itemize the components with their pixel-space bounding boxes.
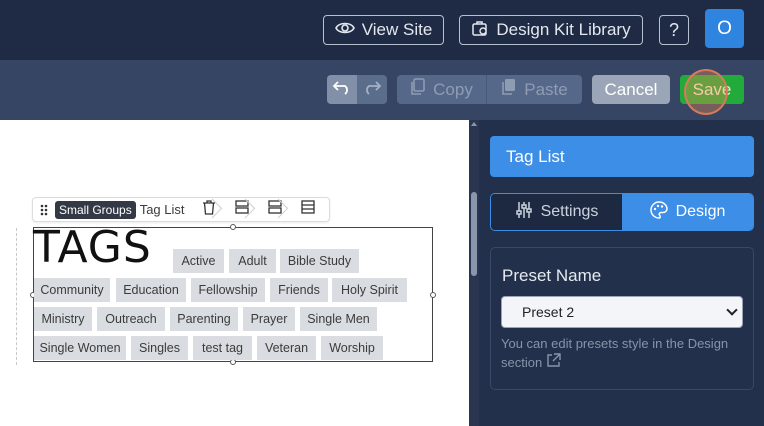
layout-button-2[interactable] [259,197,292,222]
canvas-scrollbar[interactable] [469,120,479,426]
tag-item[interactable]: Active [173,249,224,273]
redo-icon [362,79,382,100]
view-site-button[interactable]: View Site [323,15,444,45]
tag-item[interactable]: Friends [270,278,328,302]
tag-item[interactable]: Holy Spirit [332,278,407,302]
paste-label: Paste [524,79,568,99]
external-link-icon[interactable] [546,353,561,370]
tag-item[interactable]: Community [34,278,110,302]
copy-button[interactable]: Copy [397,75,487,104]
redo-button[interactable] [357,75,387,104]
layout-button-1[interactable] [226,197,259,222]
tag-item[interactable]: Adult [229,249,276,273]
tag-item[interactable]: Outreach [97,307,165,331]
tag-item[interactable]: Parenting [170,307,238,331]
parent-section-badge[interactable]: Small Groups [55,200,136,219]
copy-label: Copy [433,79,473,99]
tag-item[interactable]: Singles [131,336,188,360]
resize-handle-right[interactable] [430,292,436,298]
preset-hint: You can edit presets style in the Design… [501,335,749,372]
tag-item[interactable]: Bible Study [280,249,359,273]
tag-item[interactable]: Prayer [243,307,295,331]
save-button[interactable]: Save [680,75,744,104]
tab-settings-label: Settings [540,203,599,220]
scrollbar-thumb[interactable] [471,192,477,276]
drag-handle-icon[interactable] [33,204,55,216]
undo-redo-group [327,75,387,104]
layout-icon [301,200,315,219]
eye-icon [334,20,355,40]
design-kit-library-label: Design Kit Library [496,20,631,39]
avatar[interactable]: O [705,9,744,48]
cancel-button[interactable]: Cancel [592,75,670,104]
tag-item[interactable]: Fellowship [191,278,265,302]
tag-item[interactable]: Ministry [34,307,92,331]
sliders-icon [515,201,533,224]
tag-item[interactable]: test tag [193,336,252,360]
tag-item[interactable]: Worship [321,336,383,360]
copy-paste-group: Copy Paste [397,75,582,104]
preset-name-label: Preset Name [502,266,602,285]
resize-handle-top[interactable] [230,224,236,230]
section-guide [16,228,17,365]
panel-tabs: Settings Design [490,193,754,231]
scroll-up-arrow[interactable] [471,122,477,126]
panel-title: Tag List [490,136,754,177]
tag-item[interactable]: Single Women [34,336,126,360]
paste-icon [501,78,517,101]
tab-settings[interactable]: Settings [491,194,622,230]
tag-item[interactable]: Education [116,278,186,302]
trash-icon [202,199,216,220]
undo-icon [332,79,352,100]
chevron-down-icon [726,304,738,316]
tags-heading: TAGS [33,222,152,273]
preset-select[interactable]: Preset 2 [501,296,743,328]
undo-button[interactable] [327,75,357,104]
widget-name: Tag List [139,202,185,217]
layout-icon [235,200,249,219]
copy-icon [410,78,426,101]
paste-button[interactable]: Paste [487,75,582,104]
palette-icon [649,200,668,224]
layout-icon [268,200,282,219]
tag-item[interactable]: Veteran [257,336,316,360]
preset-select-value: Preset 2 [522,304,575,320]
view-site-label: View Site [361,20,433,39]
tag-item[interactable]: Single Men [300,307,377,331]
design-kit-icon [471,19,489,42]
design-kit-library-button[interactable]: Design Kit Library [459,15,643,45]
tab-design[interactable]: Design [622,194,753,230]
preset-hint-text: You can edit presets style in the Design… [501,336,729,370]
help-button[interactable]: ? [659,15,689,45]
tab-design-label: Design [675,203,726,220]
delete-button[interactable] [193,197,226,222]
widget-toolbar: Small Groups Tag List [32,197,330,222]
layout-button-3[interactable] [292,197,325,222]
